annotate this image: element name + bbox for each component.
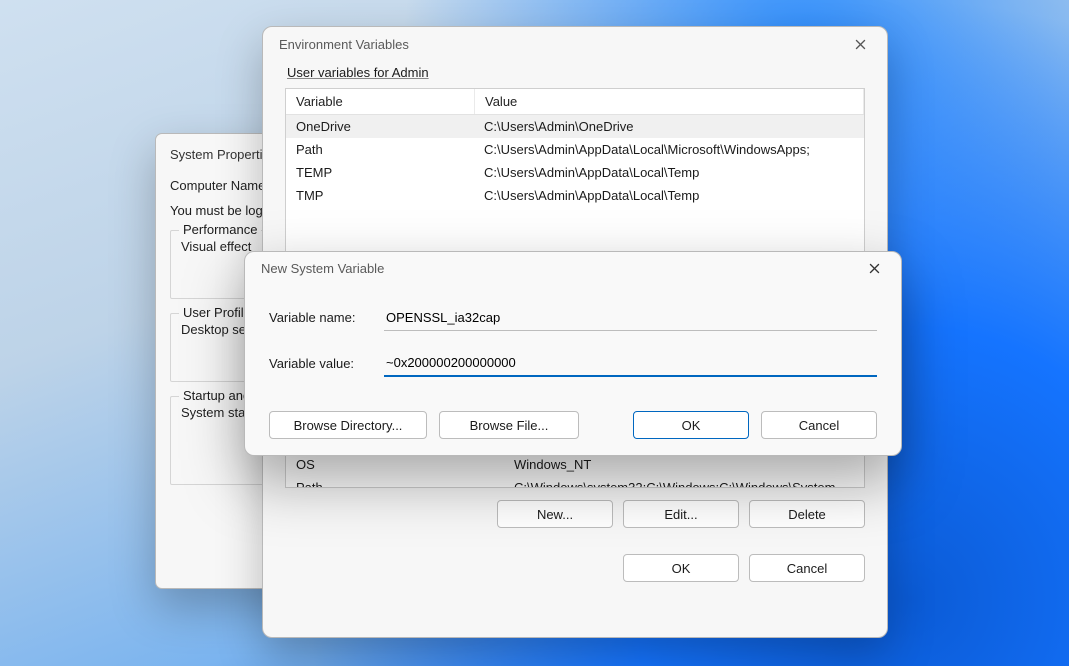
cell-variable: TEMP — [286, 161, 474, 184]
close-icon[interactable] — [859, 253, 889, 283]
envvars-titlebar[interactable]: Environment Variables — [263, 27, 887, 61]
cell-value: C:\Windows\system32;C:\Windows;C:\Window… — [504, 476, 864, 488]
cell-value: Windows_NT — [504, 453, 864, 476]
envvars-dialog-buttons: OK Cancel — [285, 554, 865, 582]
cell-variable: Path — [286, 476, 504, 488]
table-row[interactable]: PathC:\Users\Admin\AppData\Local\Microso… — [286, 138, 864, 161]
table-row[interactable]: TEMPC:\Users\Admin\AppData\Local\Temp — [286, 161, 864, 184]
cell-variable: OS — [286, 453, 504, 476]
envvars-title: Environment Variables — [279, 37, 409, 52]
ok-button[interactable]: OK — [623, 554, 739, 582]
tab-computer-name[interactable]: Computer Name — [170, 178, 265, 193]
ok-button[interactable]: OK — [633, 411, 749, 439]
variable-name-label: Variable name: — [269, 310, 384, 325]
cell-value: C:\Users\Admin\AppData\Local\Temp — [474, 161, 864, 184]
cell-variable: OneDrive — [286, 115, 474, 138]
system-vars-buttons: New... Edit... Delete — [285, 500, 865, 528]
variable-name-input[interactable] — [384, 304, 877, 331]
cell-variable: Path — [286, 138, 474, 161]
user-variables-label: User variables for Admin — [287, 65, 863, 80]
cell-variable: TMP — [286, 184, 474, 207]
delete-button[interactable]: Delete — [749, 500, 865, 528]
cell-value: C:\Users\Admin\OneDrive — [474, 115, 864, 138]
browse-directory-button[interactable]: Browse Directory... — [269, 411, 427, 439]
cell-value: C:\Users\Admin\AppData\Local\Temp — [474, 184, 864, 207]
group-performance-legend: Performance — [179, 222, 261, 237]
cancel-button[interactable]: Cancel — [761, 411, 877, 439]
edit-button[interactable]: Edit... — [623, 500, 739, 528]
close-icon[interactable] — [845, 29, 875, 59]
newvar-title: New System Variable — [261, 261, 384, 276]
table-row[interactable]: OSWindows_NT — [286, 453, 864, 476]
cell-value: C:\Users\Admin\AppData\Local\Microsoft\W… — [474, 138, 864, 161]
table-row[interactable]: OneDriveC:\Users\Admin\OneDrive — [286, 115, 864, 138]
table-row[interactable]: TMPC:\Users\Admin\AppData\Local\Temp — [286, 184, 864, 207]
newvar-titlebar[interactable]: New System Variable — [245, 252, 901, 284]
table-row[interactable]: PathC:\Windows\system32;C:\Windows;C:\Wi… — [286, 476, 864, 488]
sysprops-title: System Properties — [170, 147, 276, 162]
variable-value-label: Variable value: — [269, 356, 384, 371]
col-header-value[interactable]: Value — [475, 89, 864, 114]
new-button[interactable]: New... — [497, 500, 613, 528]
browse-file-button[interactable]: Browse File... — [439, 411, 579, 439]
col-header-variable[interactable]: Variable — [286, 89, 475, 114]
cancel-button[interactable]: Cancel — [749, 554, 865, 582]
new-system-variable-dialog: New System Variable Variable name: Varia… — [244, 251, 902, 456]
variable-value-input[interactable] — [384, 349, 877, 377]
